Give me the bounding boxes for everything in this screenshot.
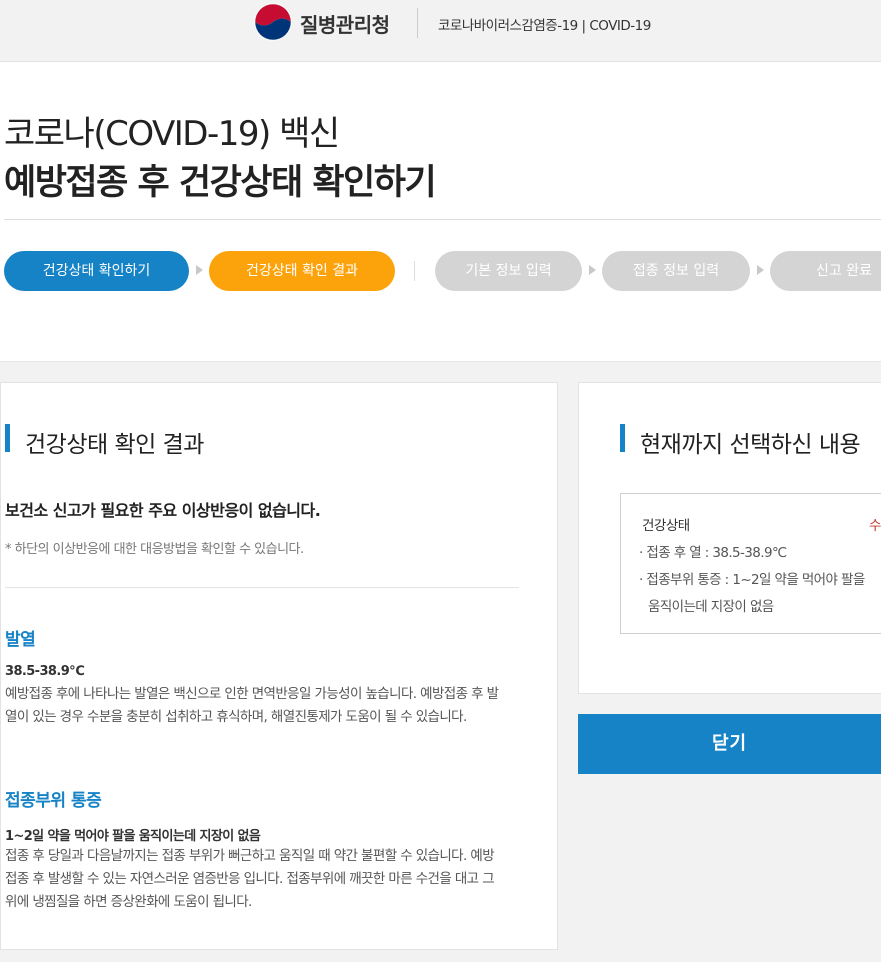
step-arrow-icon [589, 265, 596, 275]
edit-link[interactable]: 수정 [869, 514, 881, 534]
result-lead-text: 보건소 신고가 필요한 주요 이상반응이 없습니다. [5, 501, 321, 520]
step-arrow-icon [196, 265, 203, 275]
symptom-description-fever: 예방접종 후에 나타나는 발열은 백신으로 인한 면역반응일 가능성이 높습니다… [5, 686, 499, 725]
korea-government-logo-icon[interactable] [254, 3, 292, 41]
header-subtitle: 코로나바이러스감염증-19 | COVID-19 [438, 18, 651, 34]
symptom-description-injection-pain: 접종 후 당일과 다음날까지는 접종 부위가 뻐근하고 움직일 때 약간 불편할… [5, 848, 495, 910]
step-separator [414, 261, 415, 281]
symptom-detail-fever: 38.5-38.9℃ [5, 664, 85, 679]
symptom-title-fever: 발열 [5, 630, 36, 650]
summary-box: 건강상태 수정 · 접종 후 열 : 38.5-38.9℃ · 접종부위 통증 … [620, 493, 881, 634]
summary-item: 움직이는데 지장이 없음 [648, 599, 774, 615]
summary-item: · 접종 후 열 : 38.5-38.9℃ [639, 545, 787, 561]
agency-name[interactable]: 질병관리청 [300, 9, 390, 38]
page-title-line2: 예방접종 후 건강상태 확인하기 [4, 163, 437, 203]
title-section: 코로나(COVID-19) 백신 예방접종 후 건강상태 확인하기 건강상태 확… [0, 62, 881, 362]
step-report-complete: 신고 완료 [770, 251, 881, 291]
summary-label: 건강상태 [642, 518, 690, 534]
section-marker [620, 424, 625, 452]
step-vaccination-info: 접종 정보 입력 [602, 251, 750, 291]
result-divider [5, 587, 519, 588]
step-health-check: 건강상태 확인하기 [4, 251, 189, 291]
summary-heading: 현재까지 선택하신 내용 [640, 432, 861, 458]
step-health-result: 건강상태 확인 결과 [209, 251, 395, 291]
title-divider [4, 219, 881, 220]
step-basic-info: 기본 정보 입력 [435, 251, 582, 291]
step-arrow-icon [757, 265, 764, 275]
site-header: 질병관리청 코로나바이러스감염증-19 | COVID-19 [0, 0, 881, 62]
section-marker [5, 424, 10, 452]
symptom-detail-injection-pain: 1~2일 약을 먹어야 팔을 움직이는데 지장이 없음 [5, 829, 261, 844]
header-divider [417, 8, 418, 38]
result-panel: 건강상태 확인 결과 보건소 신고가 필요한 주요 이상반응이 없습니다. * … [0, 382, 558, 950]
result-heading: 건강상태 확인 결과 [25, 432, 204, 458]
result-note: * 하단의 이상반응에 대한 대응방법을 확인할 수 있습니다. [5, 542, 304, 557]
symptom-title-injection-pain: 접종부위 통증 [5, 791, 102, 811]
summary-item: · 접종부위 통증 : 1~2일 약을 먹어야 팔을 [639, 572, 865, 588]
close-button[interactable]: 닫기 [578, 714, 881, 774]
selection-summary-panel: 현재까지 선택하신 내용 건강상태 수정 · 접종 후 열 : 38.5-38.… [578, 382, 881, 694]
page-title-line1: 코로나(COVID-19) 백신 [4, 114, 340, 154]
